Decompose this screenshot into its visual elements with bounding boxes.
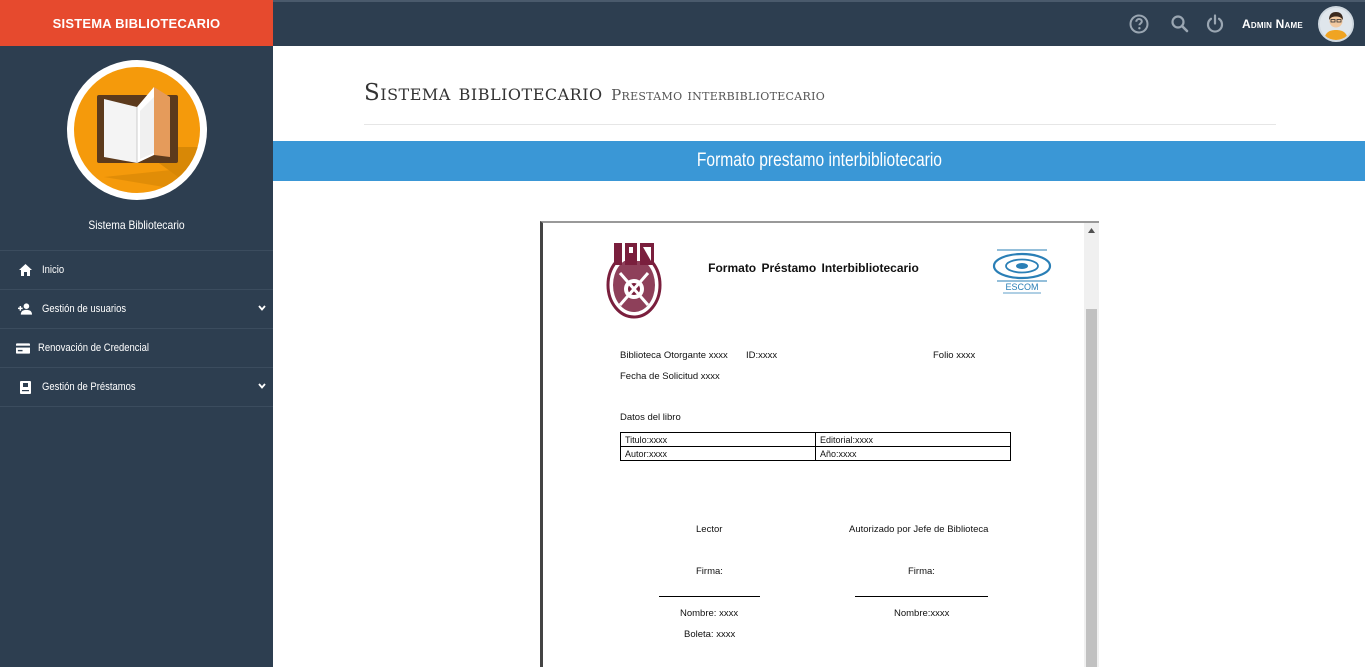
sidebar-item-label: Gestión de usuarios bbox=[42, 303, 127, 315]
sidebar-item-gestion-prestamos[interactable]: Gestión de Préstamos bbox=[0, 368, 273, 407]
signature-line-right bbox=[855, 596, 988, 597]
table-cell: Autor:xxxx bbox=[620, 446, 816, 461]
page-title-sub: Prestamo interbibliotecario bbox=[611, 86, 826, 104]
doc-nombre-left: Nombre: xxxx bbox=[680, 608, 739, 619]
table-row: Autor:xxxx Año:xxxx bbox=[620, 446, 1011, 461]
divider bbox=[364, 124, 1276, 125]
doc-jefe-heading: Autorizado por Jefe de Biblioteca bbox=[849, 524, 989, 535]
sidebar-item-label: Gestión de Préstamos bbox=[42, 381, 136, 393]
doc-lector-heading: Lector bbox=[696, 524, 723, 535]
sidebar-item-renovacion-credencial[interactable]: Renovación de Credencial bbox=[0, 329, 273, 368]
user-avatar[interactable] bbox=[1318, 6, 1354, 42]
table-row: Titulo:xxxx Editorial:xxxx bbox=[620, 432, 1011, 447]
doc-folio: Folio xxxx bbox=[933, 350, 976, 361]
power-icon[interactable] bbox=[1205, 14, 1225, 34]
user-name[interactable]: Admin Name bbox=[1242, 17, 1303, 31]
open-book-icon bbox=[74, 67, 200, 193]
escom-label: ESCOM bbox=[1005, 282, 1038, 292]
doc-fecha: Fecha de Solicitud xxxx bbox=[620, 371, 720, 382]
book-icon bbox=[18, 380, 32, 394]
page-title-main: Sistema bibliotecario bbox=[364, 80, 603, 106]
search-icon[interactable] bbox=[1170, 14, 1190, 34]
book-table: Titulo:xxxx Editorial:xxxx Autor:xxxx Añ… bbox=[620, 432, 1011, 461]
home-icon bbox=[18, 263, 32, 277]
doc-id: ID:xxxx bbox=[746, 350, 778, 361]
ipn-logo bbox=[606, 239, 662, 319]
topbar: Admin Name bbox=[273, 0, 1365, 46]
doc-firma-right: Firma: bbox=[908, 566, 935, 577]
scrollbar[interactable] bbox=[1084, 223, 1099, 667]
chevron-down-icon[interactable] bbox=[257, 303, 267, 313]
sidebar-item-label: Renovación de Credencial bbox=[38, 342, 149, 354]
sidebar-profile: Sistema Bibliotecario bbox=[0, 46, 273, 251]
table-cell: Año:xxxx bbox=[815, 446, 1011, 461]
section-banner: Formato prestamo interbibliotecario bbox=[273, 141, 1365, 181]
profile-name: Sistema Bibliotecario bbox=[88, 218, 185, 232]
doc-nombre-right: Nombre:xxxx bbox=[894, 608, 950, 619]
profile-avatar bbox=[67, 60, 207, 200]
document-viewer[interactable]: Formato Préstamo Interbibliotecario ESCO… bbox=[540, 221, 1099, 667]
doc-boleta: Boleta: xxxx bbox=[684, 629, 736, 640]
credit-card-icon bbox=[16, 341, 30, 355]
signature-line-left bbox=[659, 596, 760, 597]
doc-datos-libro: Datos del libro bbox=[620, 412, 681, 423]
scrollbar-thumb[interactable] bbox=[1086, 309, 1097, 667]
sidebar-item-inicio[interactable]: Inicio bbox=[0, 251, 273, 290]
page-title: Sistema bibliotecario Prestamo interbibl… bbox=[364, 80, 825, 106]
help-icon[interactable] bbox=[1129, 14, 1149, 34]
doc-firma-left: Firma: bbox=[696, 566, 723, 577]
banner-text: Formato prestamo interbibliotecario bbox=[696, 150, 942, 171]
sidebar: SISTEMA BIBLIOTECARIO Sistema Biblioteca… bbox=[0, 0, 273, 667]
add-user-icon bbox=[18, 302, 32, 316]
table-cell: Editorial:xxxx bbox=[815, 432, 1011, 447]
sidebar-item-label: Inicio bbox=[42, 264, 65, 276]
chevron-down-icon[interactable] bbox=[257, 381, 267, 391]
doc-biblioteca: Biblioteca Otorgante xxxx bbox=[620, 350, 728, 361]
scroll-up-icon[interactable] bbox=[1084, 223, 1099, 238]
document-page: Formato Préstamo Interbibliotecario ESCO… bbox=[543, 223, 1084, 667]
sidebar-item-gestion-usuarios[interactable]: Gestión de usuarios bbox=[0, 290, 273, 329]
brand-title[interactable]: SISTEMA BIBLIOTECARIO bbox=[0, 0, 273, 46]
table-cell: Titulo:xxxx bbox=[620, 432, 816, 447]
escom-logo: ESCOM bbox=[991, 247, 1053, 295]
